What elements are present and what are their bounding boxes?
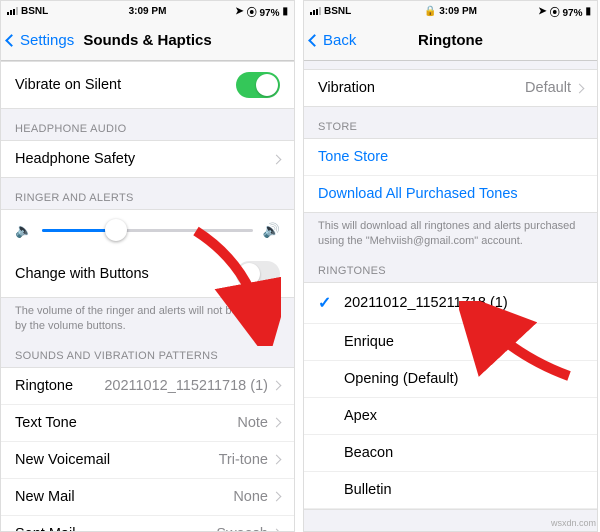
chevron-left-icon (5, 34, 18, 47)
vibrate-silent-toggle[interactable] (236, 72, 280, 98)
volume-slider[interactable] (42, 229, 252, 232)
ringtone-item[interactable]: Opening (Default) (304, 361, 597, 398)
store-header: STORE (304, 107, 597, 138)
new-mail-row[interactable]: New Mail None (1, 479, 294, 516)
sent-mail-row[interactable]: Sent Mail Swoosh (1, 516, 294, 532)
vibration-label: Vibration (318, 80, 375, 96)
ringtone-item[interactable]: Apex (304, 398, 597, 435)
volume-slider-row: 🔈 🔊 (1, 210, 294, 251)
battery-icon: ▮ (585, 6, 591, 17)
chevron-left-icon (308, 34, 321, 47)
ringtone-item[interactable]: Beacon (304, 435, 597, 472)
sound-patterns-list: Ringtone 20211012_115211718 (1) Text Ton… (1, 367, 294, 532)
chevron-right-icon (575, 83, 585, 93)
sounds-haptics-screen: BSNL 3:09 PM ➤ ⦿ 97% ▮ Settings Sounds &… (0, 0, 295, 532)
chevron-right-icon (272, 492, 282, 502)
chevron-right-icon (272, 455, 282, 465)
speaker-low-icon: 🔈 (15, 222, 32, 239)
vibrate-silent-row[interactable]: Vibrate on Silent (1, 62, 294, 108)
download-all-link: Download All Purchased Tones (318, 186, 518, 202)
tone-store-row[interactable]: Tone Store (304, 139, 597, 176)
status-bar: BSNL 🔒 3:09 PM ➤ ⦿ 97% ▮ (304, 1, 597, 21)
chevron-right-icon (272, 381, 282, 391)
back-button[interactable]: Back (310, 32, 356, 49)
status-bar: BSNL 3:09 PM ➤ ⦿ 97% ▮ (1, 1, 294, 21)
vibrate-silent-label: Vibrate on Silent (15, 77, 121, 93)
headphone-safety-row[interactable]: Headphone Safety (1, 141, 294, 177)
text-tone-row[interactable]: Text Tone Note (1, 405, 294, 442)
slider-thumb[interactable] (105, 219, 127, 241)
sounds-patterns-header: SOUNDS AND VIBRATION PATTERNS (1, 336, 294, 367)
ringtone-item[interactable]: Bulletin (304, 472, 597, 509)
signal-icon (310, 7, 321, 15)
back-label: Settings (20, 32, 74, 49)
tone-store-link: Tone Store (318, 149, 388, 165)
new-voicemail-row[interactable]: New Voicemail Tri-tone (1, 442, 294, 479)
back-label: Back (323, 32, 356, 49)
chevron-right-icon (272, 418, 282, 428)
ringer-alerts-header: RINGER AND ALERTS (1, 178, 294, 209)
ringtones-list: ✓ 20211012_115211718 (1) Enrique Opening… (304, 282, 597, 510)
signal-icon (7, 7, 18, 15)
headphone-safety-label: Headphone Safety (15, 151, 135, 167)
checkmark-icon: ✓ (318, 293, 336, 313)
nav-bar: Settings Sounds & Haptics (1, 21, 294, 61)
carrier-label: BSNL (21, 6, 48, 17)
location-icon: ➤ (538, 6, 546, 17)
ringtone-item-selected[interactable]: ✓ 20211012_115211718 (1) (304, 283, 597, 324)
page-title: Ringtone (418, 32, 483, 49)
chevron-right-icon (272, 154, 282, 164)
ringtone-item[interactable]: Enrique (304, 324, 597, 361)
change-with-buttons-row[interactable]: Change with Buttons (1, 251, 294, 297)
ringtones-header: RINGTONES (304, 251, 597, 282)
back-button[interactable]: Settings (7, 32, 74, 49)
volume-footer: The volume of the ringer and alerts will… (1, 298, 294, 336)
change-buttons-label: Change with Buttons (15, 266, 149, 282)
download-purchased-row[interactable]: Download All Purchased Tones (304, 176, 597, 212)
download-footer: This will download all ringtones and ale… (304, 213, 597, 251)
clock: 3:09 PM (129, 6, 167, 17)
battery-percent: ⦿ 97% (247, 4, 280, 19)
ringtone-screen: BSNL 🔒 3:09 PM ➤ ⦿ 97% ▮ Back Ringtone V… (303, 0, 598, 532)
battery-icon: ▮ (282, 6, 288, 17)
carrier-label: BSNL (324, 6, 351, 17)
change-buttons-toggle[interactable] (236, 261, 280, 287)
clock: 🔒 3:09 PM (424, 6, 477, 17)
nav-bar: Back Ringtone (304, 21, 597, 61)
battery-percent: ⦿ 97% (550, 4, 583, 19)
speaker-high-icon: 🔊 (263, 222, 280, 239)
page-title: Sounds & Haptics (83, 32, 211, 49)
ringtone-row[interactable]: Ringtone 20211012_115211718 (1) (1, 368, 294, 405)
location-icon: ➤ (235, 6, 243, 17)
headphone-audio-header: HEADPHONE AUDIO (1, 109, 294, 140)
vibration-row[interactable]: Vibration Default (304, 70, 597, 106)
watermark: wsxdn.com (551, 518, 596, 528)
